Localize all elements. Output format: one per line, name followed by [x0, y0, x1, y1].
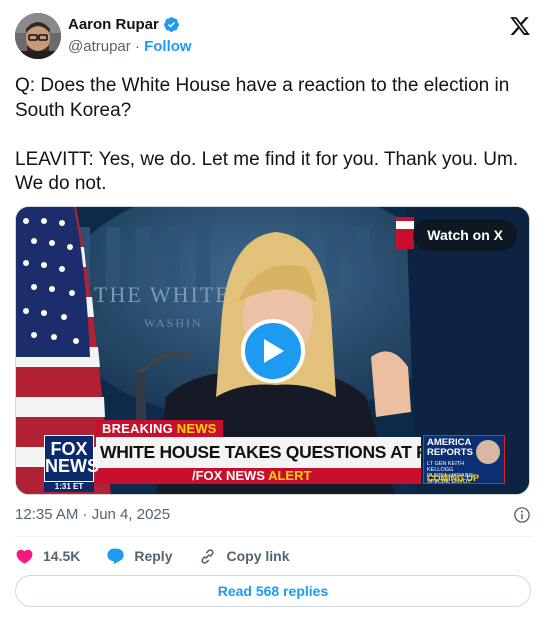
- wall-text-2: WASHIN: [144, 316, 203, 330]
- divider: [15, 536, 532, 537]
- handle-row: @atrupar · Follow: [68, 38, 192, 55]
- separator-dot: ·: [134, 38, 140, 55]
- reply-label: Reply: [134, 548, 173, 564]
- author-names: Aaron Rupar @atrupar · Follow: [68, 16, 192, 55]
- reply-button[interactable]: Reply: [106, 547, 172, 566]
- tweet-timestamp[interactable]: 12:35 AM · Jun 4, 2025: [15, 506, 170, 523]
- author-handle[interactable]: @atrupar: [68, 38, 131, 55]
- avatar-image: [15, 13, 61, 59]
- link-icon: [201, 548, 215, 564]
- like-count: 14.5K: [43, 548, 81, 564]
- copy-link-label: Copy link: [226, 548, 290, 564]
- watch-on-x-button[interactable]: Watch on X: [413, 219, 517, 251]
- follow-button[interactable]: Follow: [144, 38, 192, 55]
- read-replies-button[interactable]: Read 568 replies: [15, 575, 531, 607]
- heart-icon: [16, 549, 33, 564]
- play-button[interactable]: [241, 319, 305, 383]
- copy-link-button[interactable]: Copy link: [198, 547, 290, 566]
- like-button[interactable]: 14.5K: [15, 547, 80, 566]
- tweet-header: Aaron Rupar @atrupar · Follow: [15, 13, 532, 63]
- author-display-name[interactable]: Aaron Rupar: [68, 16, 159, 33]
- wall-text-1: THE WHITE: [94, 282, 231, 307]
- tweet-text: Q: Does the White House have a reaction …: [15, 75, 519, 194]
- reply-bubble-icon: [107, 548, 124, 564]
- video-player[interactable]: THE WHITE WASHIN BREAKING NEWS WHITE HOU…: [15, 206, 530, 495]
- action-bar: 14.5K Reply Copy link: [15, 545, 316, 567]
- tweet-card: Aaron Rupar @atrupar · Follow Q: Does th…: [0, 0, 547, 618]
- x-logo-icon[interactable]: [509, 15, 531, 37]
- info-icon[interactable]: [513, 506, 531, 524]
- avatar[interactable]: [15, 13, 61, 59]
- verified-badge-icon: [163, 17, 179, 32]
- play-icon: [264, 339, 284, 363]
